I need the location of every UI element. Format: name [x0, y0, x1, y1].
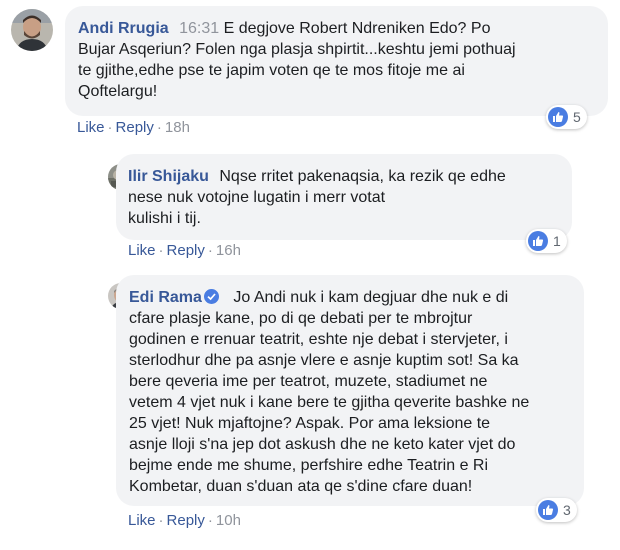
comment-text-line: sterlodhur dhe pa asnje vlere e asnje ku…: [129, 352, 519, 369]
separator-dot: ·: [107, 119, 113, 136]
reaction-count-value: 5: [573, 109, 581, 125]
separator-dot: ·: [158, 242, 164, 259]
thumbs-up-icon: [548, 107, 568, 127]
avatar[interactable]: [11, 9, 53, 51]
author-name[interactable]: Andi Rrugia: [78, 20, 169, 37]
separator-dot: ·: [207, 242, 213, 259]
reaction-count[interactable]: 5: [546, 105, 587, 129]
like-link[interactable]: Like: [128, 242, 156, 259]
comment-bubble: Andi Rrugia 16:31 E degjove Robert Ndren…: [65, 6, 608, 116]
comment-text-line: Jo Andi nuk i kam degjuar dhe nuk e di: [233, 289, 509, 306]
thumbs-up-icon: [528, 231, 548, 251]
reaction-count-value: 3: [563, 502, 571, 518]
separator-dot: ·: [207, 512, 213, 529]
comment-timestamp: 16:31: [179, 20, 220, 37]
comment-text-line: E degjove Robert Ndreniken Edo? Po: [223, 20, 491, 37]
separator-dot: ·: [158, 512, 164, 529]
verified-badge-icon: [203, 289, 219, 304]
comment-text-line: kulishi i tij.: [128, 210, 201, 227]
comment-bubble: Edi Rama Jo Andi nuk i kam degjuar dhe n…: [116, 275, 584, 506]
comment-text-line: asnje lloji s'na jep dot askush dhe ne k…: [129, 436, 516, 453]
comment-text-line: Nqse rritet pakenaqsia, ka rezik qe edhe: [219, 168, 506, 185]
comment-text-line: 25 vjet! Nuk mjaftojne? Aspak. Por ama l…: [129, 415, 491, 432]
comment-text-line: cfare plasje kane, po di qe debati per t…: [129, 310, 473, 327]
author-name[interactable]: Ilir Shijaku: [128, 168, 209, 185]
reply-link[interactable]: Reply: [167, 512, 205, 529]
comment-text-line: bere qeveria ime per teatrot, muzete, st…: [129, 373, 488, 390]
comment-bubble: Ilir Shijaku Nqse rritet pakenaqsia, ka …: [116, 154, 572, 240]
comment-text-line: vetem 4 vjet nuk i kane bere te gjitha q…: [129, 394, 530, 411]
comment-text-line: Bujar Asqeriun? Folen nga plasja shpirti…: [78, 41, 516, 58]
comment-age[interactable]: 18h: [165, 119, 190, 136]
comment-actions: Like · Reply · 18h: [77, 119, 190, 136]
comment-text-line: te gjithe,edhe pse te japim voten qe te …: [78, 62, 465, 79]
reaction-count[interactable]: 3: [536, 498, 577, 522]
comment-age[interactable]: 16h: [216, 242, 241, 259]
reaction-count[interactable]: 1: [526, 229, 567, 253]
author-name[interactable]: Edi Rama: [129, 289, 202, 306]
reply-link[interactable]: Reply: [167, 242, 205, 259]
reaction-count-value: 1: [553, 233, 561, 249]
separator-dot: ·: [156, 119, 162, 136]
thumbs-up-icon: [538, 500, 558, 520]
like-link[interactable]: Like: [128, 512, 156, 529]
comment-text-line: Qoftelargu!: [78, 83, 158, 100]
comment-actions: Like · Reply · 16h: [128, 242, 241, 259]
comment-text-line: nese nuk votojne lugatin i merr votat: [128, 189, 386, 206]
comment-age[interactable]: 10h: [216, 512, 241, 529]
comment-text-line: godinen e rrenuar teatrit, eshte nje deb…: [129, 331, 508, 348]
reply-link[interactable]: Reply: [116, 119, 154, 136]
like-link[interactable]: Like: [77, 119, 105, 136]
comment-actions: Like · Reply · 10h: [128, 512, 241, 529]
comment-text-line: Kombetar, duan s'duan ata qe s'dine cfar…: [129, 478, 473, 495]
comment-text-line: bejme ende me shume, perfshire edhe Teat…: [129, 457, 489, 474]
